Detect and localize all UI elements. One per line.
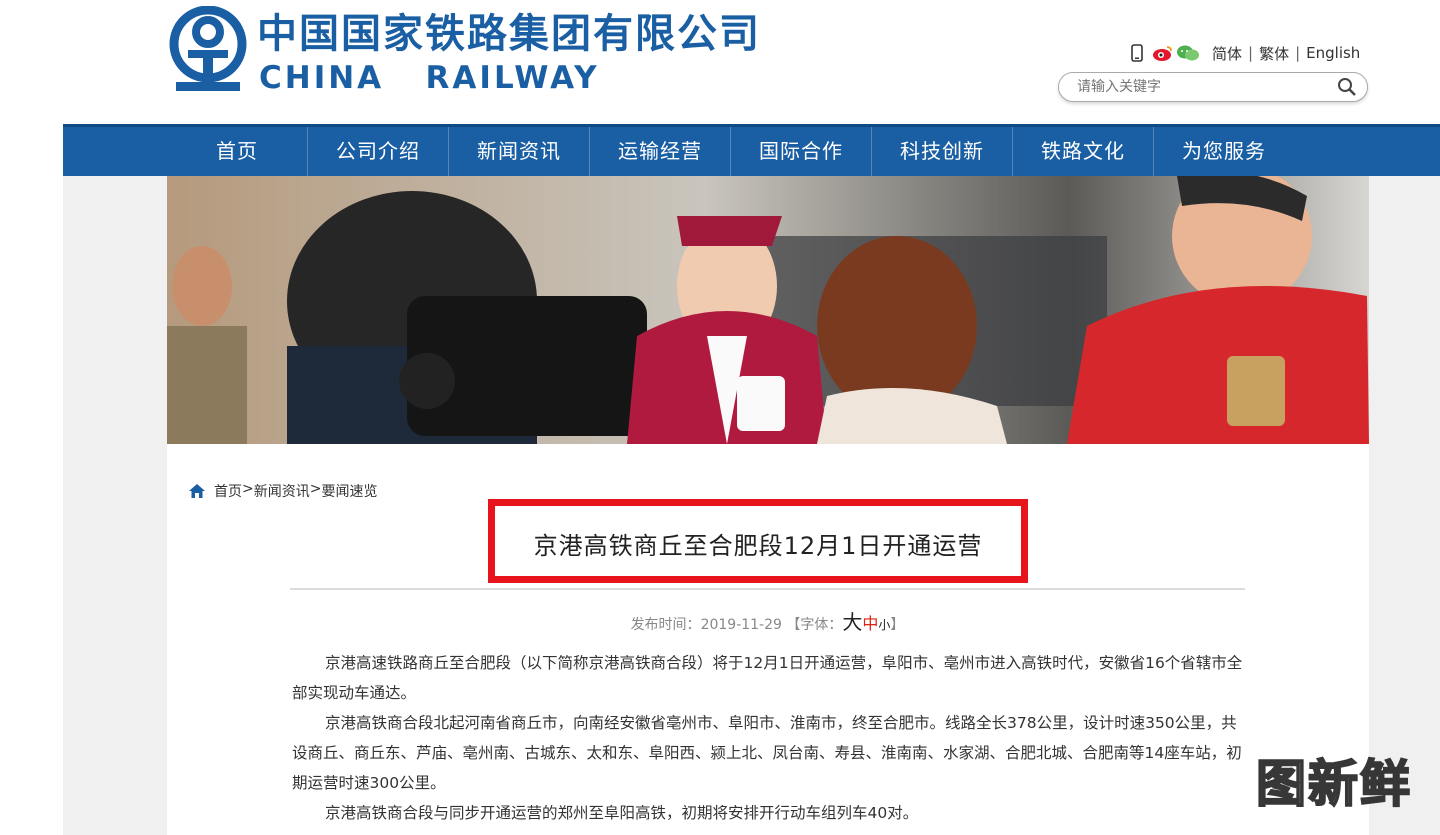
logo-english-name[interactable]: CHINA RAILWAY	[259, 60, 600, 96]
nav-item-technology[interactable]: 科技创新	[872, 127, 1013, 176]
watermark: 图新鲜	[1255, 754, 1412, 814]
banner-photo	[167, 176, 1369, 444]
article-paragraph: 京港高速铁路商丘至合肥段（以下简称京港高铁商合段）将于12月1日开通运营，阜阳市…	[292, 654, 1243, 702]
logo-chinese-name[interactable]: 中国国家铁路集团有限公司	[257, 8, 761, 60]
nav-item-company[interactable]: 公司介绍	[308, 127, 449, 176]
site-header: 中国国家铁路集团有限公司 CHINA RAILWAY 简体 | 繁体 | Eng…	[0, 0, 1440, 124]
top-links: 简体 | 繁体 | English	[1128, 40, 1360, 66]
mobile-icon[interactable]	[1128, 44, 1146, 62]
china-railway-logo-icon[interactable]	[168, 6, 248, 94]
search-icon[interactable]	[1337, 77, 1357, 97]
title-divider	[290, 588, 1245, 590]
nav-item-news[interactable]: 新闻资讯	[449, 127, 590, 176]
breadcrumb-separator: >	[309, 481, 322, 497]
article-paragraph: 京港高铁商合段与同步开通运营的郑州至阜阳高铁，初期将安排开行动车组列车40对。	[325, 804, 919, 822]
article-meta: 发布时间：2019-11-29 【字体：大中小】	[290, 606, 1245, 635]
weibo-icon[interactable]	[1152, 44, 1172, 62]
home-icon[interactable]	[188, 483, 206, 499]
lang-traditional-link[interactable]: 繁体	[1259, 43, 1289, 64]
publish-label: 发布时间：	[630, 617, 701, 633]
nav-item-transport[interactable]: 运输经营	[590, 127, 731, 176]
lang-english-link[interactable]: English	[1306, 44, 1360, 62]
font-size-medium-button[interactable]: 中	[862, 614, 878, 633]
breadcrumb-separator: >	[242, 481, 254, 497]
breadcrumb-current[interactable]: 要闻速览	[321, 481, 377, 501]
font-size-label: 【字体：	[786, 617, 843, 633]
breadcrumb: 首页 > 新闻资讯 > 要闻速览	[188, 481, 377, 501]
breadcrumb-news[interactable]: 新闻资讯	[254, 481, 310, 501]
publish-date: 2019-11-29	[700, 617, 782, 633]
font-size-large-button[interactable]: 大	[842, 610, 862, 634]
font-size-small-button[interactable]: 小	[878, 618, 890, 632]
article-body: 京港高速铁路商丘至合肥段（以下简称京港高铁商合段）将于12月1日开通运营，阜阳市…	[292, 648, 1247, 828]
font-size-label-close: 】	[890, 617, 905, 633]
article-title: 京港高铁商丘至合肥段12月1日开通运营	[533, 532, 983, 560]
page-side-background	[1369, 176, 1440, 835]
nav-item-culture[interactable]: 铁路文化	[1013, 127, 1154, 176]
breadcrumb-home[interactable]: 首页	[214, 481, 242, 501]
nav-item-service[interactable]: 为您服务	[1154, 127, 1294, 176]
lang-simplified-link[interactable]: 简体	[1212, 43, 1242, 64]
search-box	[1058, 72, 1368, 102]
article-paragraph: 京港高铁商合段北起河南省商丘市，向南经安徽省亳州市、阜阳市、淮南市，终至合肥市。…	[292, 714, 1242, 792]
nav-item-home[interactable]: 首页	[167, 127, 308, 176]
nav-item-international[interactable]: 国际合作	[731, 127, 872, 176]
page-side-background	[63, 176, 167, 835]
separator: |	[1248, 44, 1254, 62]
separator: |	[1295, 44, 1301, 62]
wechat-icon[interactable]	[1176, 44, 1199, 62]
search-input[interactable]	[1075, 76, 1319, 98]
main-nav: 首页 公司介绍 新闻资讯 运输经营 国际合作 科技创新 铁路文化 为您服务	[63, 124, 1440, 176]
